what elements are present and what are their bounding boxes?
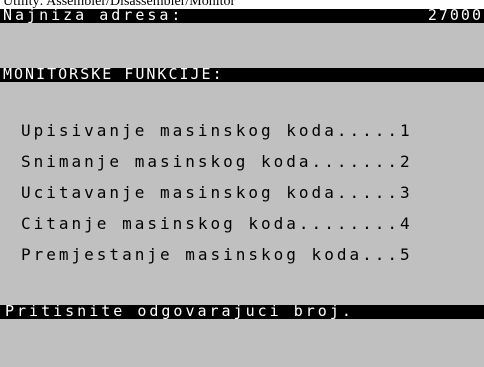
menu-item-premjestanje[interactable]: Premjestanje masinskog koda...5 (21, 246, 413, 264)
menu-item-upisivanje[interactable]: Upisivanje masinskog koda.....1 (21, 122, 413, 140)
prompt-text: Pritisnite odgovarajuci broj. (5, 305, 354, 319)
spectrum-screen[interactable]: Najniza adresa: 27000 MONITORSKE FUNKCIJ… (0, 9, 484, 367)
menu-item-ucitavanje[interactable]: Ucitavanje masinskog koda.....3 (21, 184, 413, 202)
lowest-address-label: Najniza adresa: (3, 9, 184, 23)
page: Utility: Assembler/Disassembler/Monitor … (0, 0, 484, 367)
section-title: MONITORSKE FUNKCIJE: (3, 68, 224, 82)
header-bar: Najniza adresa: 27000 (0, 9, 484, 23)
menu-item-snimanje[interactable]: Snimanje masinskog koda.......2 (21, 153, 413, 171)
menu-item-citanje[interactable]: Citanje masinskog koda........4 (21, 215, 413, 233)
window-caption: Utility: Assembler/Disassembler/Monitor (3, 0, 236, 9)
section-title-bar: MONITORSKE FUNKCIJE: (0, 68, 484, 82)
prompt-bar: Pritisnite odgovarajuci broj. (0, 305, 484, 319)
lowest-address-value: 27000 (427, 9, 483, 23)
